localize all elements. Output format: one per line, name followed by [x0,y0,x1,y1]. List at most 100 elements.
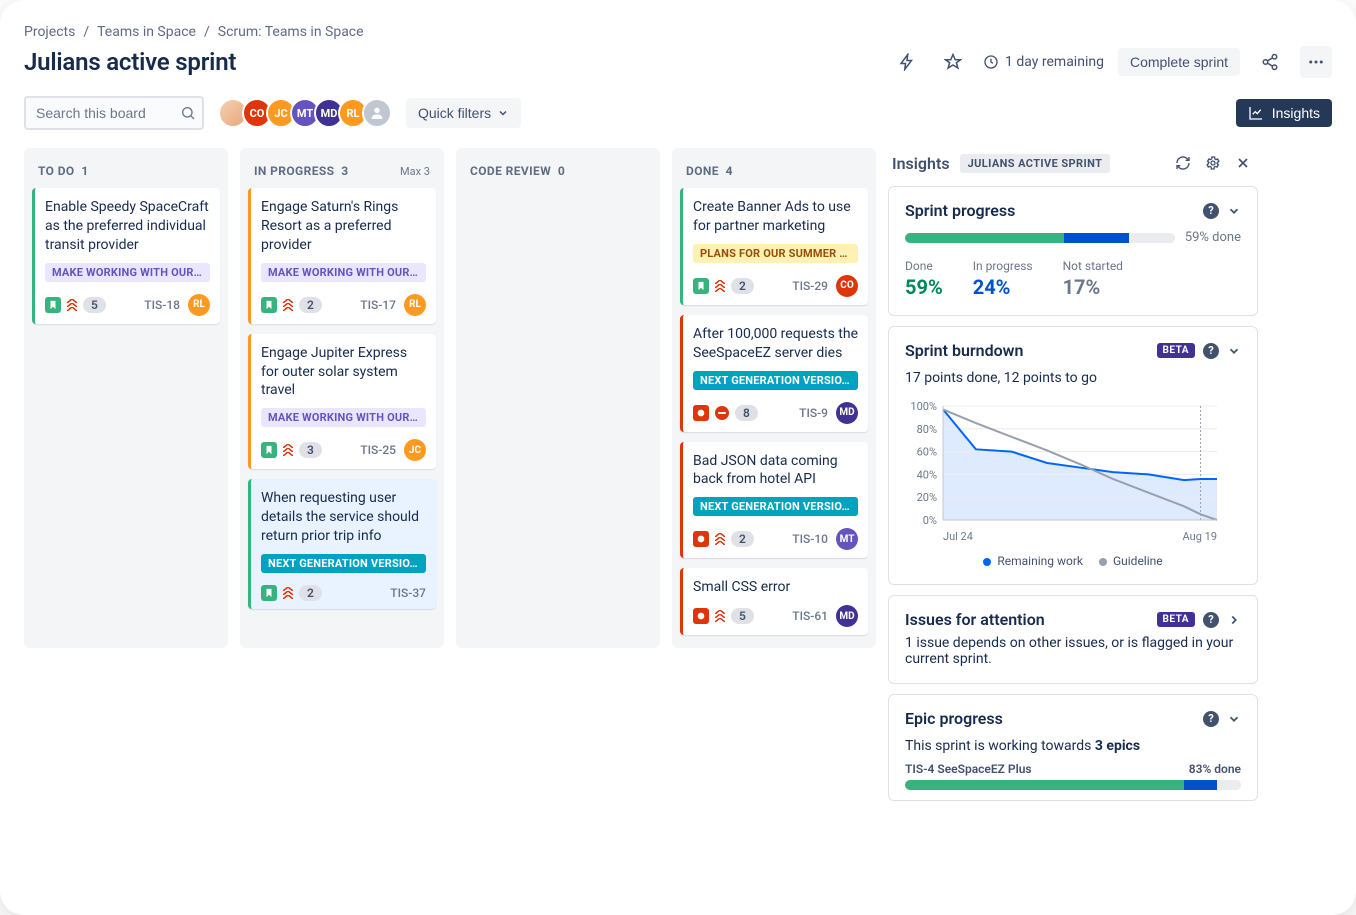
issue-key: TIS-9 [799,406,828,420]
search-input-wrap [24,96,204,130]
close-icon[interactable] [1232,152,1254,174]
sprint-chip: JULIANS ACTIVE SPRINT [960,154,1111,173]
story-icon [261,442,277,458]
svg-text:100%: 100% [910,400,937,413]
chevron-right-icon [1227,613,1241,627]
issue-key: TIS-29 [792,279,828,293]
progress-stat: Done59% [905,259,943,299]
assignee-avatar[interactable]: MD [836,605,858,627]
priority-icon [715,533,725,545]
epic-tag: NEXT GENERATION VERSIO... [693,371,858,390]
sprint-progress-card: Sprint progress ? 59% done Done59%In pro… [888,186,1258,316]
epic-tag: MAKE WORKING WITH OUR ... [45,263,210,282]
issue-card[interactable]: Engage Jupiter Express for outer solar s… [248,334,436,470]
story-points: 5 [731,608,754,624]
epic-tag: MAKE WORKING WITH OUR ... [261,263,426,282]
epic-tag: NEXT GENERATION VERSIO... [693,497,858,516]
story-points: 2 [299,585,322,601]
issue-card[interactable]: Small CSS error 5 TIS-61MD [680,568,868,635]
assignee-avatar[interactable]: RL [404,294,426,316]
chevron-down-icon[interactable] [1227,204,1241,218]
help-icon[interactable]: ? [1203,343,1219,359]
beta-badge: BETA [1157,343,1196,358]
time-remaining: 1 day remaining [983,54,1104,70]
insights-button[interactable]: Insights [1236,99,1332,127]
automation-icon[interactable] [891,46,923,78]
help-icon[interactable]: ? [1203,711,1219,727]
bug-icon [693,405,709,421]
column-codereview: CODE REVIEW 0 [456,148,660,648]
progress-stat: Not started17% [1063,259,1123,299]
story-points: 2 [731,531,754,547]
story-points: 2 [731,278,754,294]
epic-tag: NEXT GENERATION VERSIO... [261,554,426,573]
chevron-down-icon[interactable] [1227,712,1241,726]
story-points: 8 [735,405,758,421]
column-todo: TO DO 1 Enable Speedy SpaceCraft as the … [24,148,228,648]
beta-badge: BETA [1157,612,1196,627]
help-icon[interactable]: ? [1203,203,1219,219]
gear-icon[interactable] [1202,152,1224,174]
quick-filters-button[interactable]: Quick filters [406,98,521,128]
priority-icon [283,299,293,311]
assignee-avatar[interactable]: CO [836,275,858,297]
svg-text:40%: 40% [917,468,937,481]
issue-card[interactable]: Bad JSON data coming back from hotel API… [680,442,868,559]
issue-card[interactable]: After 100,000 requests the SeeSpaceEZ se… [680,315,868,432]
insights-title: Insights [892,154,950,173]
star-icon[interactable] [937,46,969,78]
priority-icon [283,587,293,599]
priority-icon [715,610,725,622]
assignee-avatar[interactable]: MD [836,402,858,424]
chevron-down-icon[interactable] [1227,344,1241,358]
issue-card[interactable]: When requesting user details the service… [248,479,436,609]
avatar[interactable] [362,98,392,128]
priority-blocker-icon [715,406,729,420]
story-icon [261,585,277,601]
more-icon[interactable] [1300,46,1332,78]
svg-text:Jul 24: Jul 24 [943,530,973,543]
refresh-icon[interactable] [1172,152,1194,174]
assignee-avatar[interactable]: RL [188,294,210,316]
svg-text:80%: 80% [917,423,937,436]
issue-card[interactable]: Enable Speedy SpaceCraft as the preferre… [32,188,220,324]
bug-icon [693,608,709,624]
share-icon[interactable] [1254,46,1286,78]
page-title: Julians active sprint [24,48,236,76]
attention-card[interactable]: Issues for attention BETA ? 1 issue depe… [888,595,1258,684]
story-points: 3 [299,442,322,458]
story-icon [45,297,61,313]
chevron-down-icon [497,107,509,119]
issue-card[interactable]: Engage Saturn's Rings Resort as a prefer… [248,188,436,324]
progress-bar [905,233,1175,243]
epic-tag: MAKE WORKING WITH OUR ... [261,408,426,427]
issue-key: TIS-10 [792,532,828,546]
priority-icon [283,444,293,456]
breadcrumb-team[interactable]: Teams in Space [97,24,196,40]
breadcrumb-projects[interactable]: Projects [24,24,75,40]
issue-key: TIS-25 [360,443,396,457]
assignee-avatar[interactable]: JC [404,439,426,461]
assignee-avatar[interactable]: MT [836,528,858,550]
complete-sprint-button[interactable]: Complete sprint [1118,48,1240,76]
story-points: 5 [83,297,106,313]
issue-key: TIS-18 [144,298,180,312]
issue-card[interactable]: Create Banner Ads to use for partner mar… [680,188,868,305]
progress-stat: In progress24% [973,259,1033,299]
burndown-card: Sprint burndown BETA ? 17 points done, 1… [888,326,1258,585]
help-icon[interactable]: ? [1203,612,1219,628]
burndown-chart: 0% 20% 40% 60% 80% 100% Jul 24 Aug 19 [905,398,1225,548]
svg-text:0%: 0% [923,514,937,527]
column-done: DONE 4 Create Banner Ads to use for part… [672,148,876,648]
svg-text:20%: 20% [917,491,937,504]
epic-tag: PLANS FOR OUR SUMMER S... [693,244,858,263]
avatar-row: COJCMTMDRL [218,98,392,128]
issue-key: TIS-61 [792,609,828,623]
breadcrumb-board[interactable]: Scrum: Teams in Space [218,24,364,40]
svg-text:Aug 19: Aug 19 [1183,530,1217,543]
breadcrumb: Projects / Teams in Space / Scrum: Teams… [24,24,1332,40]
search-input[interactable] [24,96,204,130]
svg-text:60%: 60% [917,446,937,459]
issue-key: TIS-17 [360,298,396,312]
story-points: 2 [299,297,322,313]
